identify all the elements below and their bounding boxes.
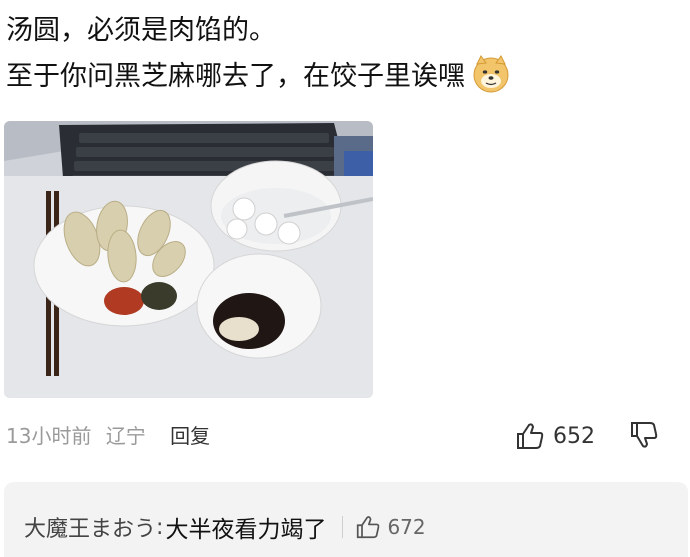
comment-text: 汤圆，必须是肉馅的。 至于你问黑芝麻哪去了，在饺子里诶嘿	[6, 8, 511, 100]
reply-separator: :	[156, 514, 164, 540]
reply-button[interactable]: 回复	[170, 424, 210, 448]
dislike-button[interactable]	[628, 420, 660, 454]
reply-divider	[342, 516, 344, 538]
reply-author[interactable]: 大魔王まおう	[24, 511, 156, 543]
comment-line-1: 汤圆，必须是肉馅的。	[6, 15, 276, 46]
comment-time: 13小时前	[6, 424, 92, 448]
comment-meta: 13小时前 辽宁 回复	[6, 420, 218, 449]
comment-location: 辽宁	[105, 424, 146, 448]
like-count: 652	[553, 423, 595, 449]
thumbs-up-icon	[517, 423, 544, 449]
reply-like-button[interactable]: 672	[355, 515, 426, 539]
food-photo	[4, 121, 373, 398]
reply-like-count: 672	[387, 515, 426, 539]
doge-emoji-icon	[473, 54, 509, 92]
reply-preview[interactable]: 大魔王まおう : 大半夜看力竭了 672	[4, 482, 688, 557]
like-button[interactable]: 652	[515, 420, 595, 452]
comment-line-2-wrap: 至于你问黑芝麻哪去了，在饺子里诶嘿	[6, 54, 511, 100]
thumbs-up-icon	[357, 516, 380, 539]
reply-row: 大魔王まおう : 大半夜看力竭了 672	[24, 510, 426, 544]
reply-content: 大半夜看力竭了	[165, 517, 327, 543]
comment-line-2: 至于你问黑芝麻哪去了，在饺子里诶嘿	[6, 61, 465, 92]
thumbs-down-icon	[631, 422, 658, 448]
comment-photo[interactable]	[4, 121, 373, 398]
